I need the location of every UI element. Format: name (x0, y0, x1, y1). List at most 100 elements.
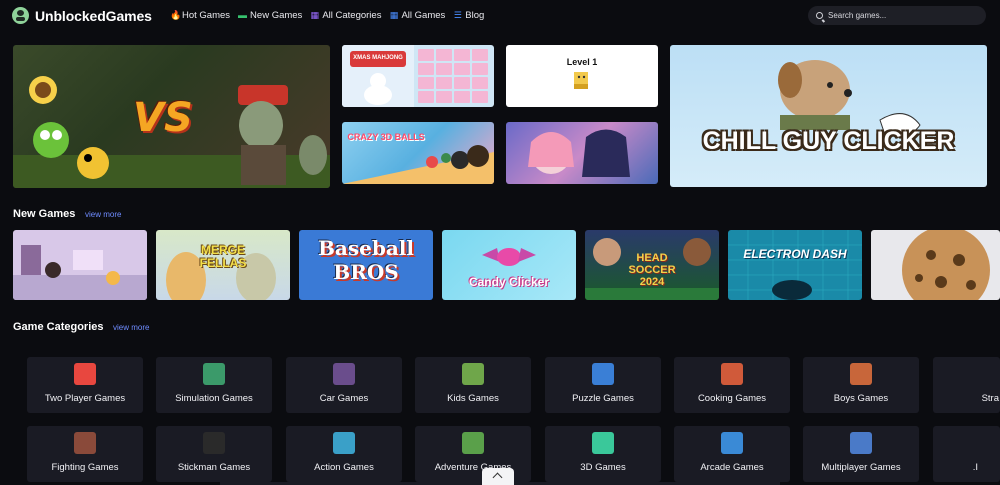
category-thumbnail (462, 432, 484, 454)
category-thumbnail (592, 363, 614, 385)
list-icon: ☰ (453, 10, 462, 20)
category-strategy[interactable]: Stra (933, 357, 1000, 413)
room-thumbnail (13, 245, 147, 300)
category-io[interactable]: .I (933, 426, 1000, 482)
category-kids[interactable]: Kids Games (415, 357, 531, 413)
new-game-merge-fellas[interactable]: MERGE FELLAS (156, 230, 290, 300)
category-label: Kids Games (447, 393, 499, 404)
category-label: Action Games (314, 462, 374, 473)
category-cooking[interactable]: Cooking Games (674, 357, 790, 413)
nav-hot-games[interactable]: 🔥 Hot Games (170, 10, 230, 21)
grid-icon: ▦ (310, 10, 320, 20)
candy-clicker-thumbnail (482, 248, 536, 266)
flame-icon: 🔥 (170, 10, 182, 20)
category-label: Multiplayer Games (821, 462, 901, 473)
featured-title: VS (133, 95, 193, 141)
nav-all-games[interactable]: ▦ All Games (389, 10, 446, 21)
new-game-title: Candy Clicker (468, 275, 550, 289)
new-games-title: New Games (13, 208, 76, 220)
gamepad-icon: ▬ (238, 10, 248, 20)
category-thumbnail (850, 363, 872, 385)
main-nav: 🔥 Hot Games ▬ New Games ▦ All Categories… (170, 10, 484, 21)
categories-title: Game Categories (13, 321, 104, 333)
category-label: Cooking Games (697, 393, 767, 404)
featured-title: CRAZY 3D BALLS (347, 132, 425, 142)
new-games-view-more[interactable]: view more (85, 210, 121, 219)
category-thumbnail (333, 363, 355, 385)
logo-icon (12, 7, 29, 24)
category-thumbnail (203, 363, 225, 385)
new-game-title: Baseball BROS (318, 236, 414, 284)
scroll-to-top-button[interactable] (482, 468, 514, 485)
category-action[interactable]: Action Games (286, 426, 402, 482)
level-thumbnail (574, 72, 588, 89)
featured-title: CHILL GUY CLICKER (702, 127, 955, 155)
category-label: Simulation Games (175, 393, 253, 404)
category-3d[interactable]: 3D Games (545, 426, 661, 482)
category-label: Boys Games (833, 393, 889, 404)
featured-game-mahjong[interactable]: XMAS MAHJONG (342, 45, 494, 107)
category-thumbnail (203, 432, 225, 454)
new-game-head-soccer[interactable]: HEAD SOCCER 2024 (585, 230, 719, 300)
category-puzzle[interactable]: Puzzle Games (545, 357, 661, 413)
category-fighting[interactable]: Fighting Games (27, 426, 143, 482)
category-thumbnail (74, 363, 96, 385)
nav-label: New Games (250, 10, 303, 21)
chill-guy-thumbnail (778, 60, 921, 137)
apps-icon: ▦ (389, 10, 399, 20)
category-label: Stickman Games (177, 462, 251, 473)
header: UnblockedGames 🔥 Hot Games ▬ New Games ▦… (0, 0, 1000, 32)
category-stickman[interactable]: Stickman Games (156, 426, 272, 482)
category-boys[interactable]: Boys Games (803, 357, 919, 413)
logo-text: UnblockedGames (35, 7, 152, 24)
nav-label: All Games (401, 10, 446, 21)
new-game-title: HEAD SOCCER 2024 (628, 252, 676, 288)
anime-girls-thumbnail (528, 129, 630, 177)
nav-all-categories[interactable]: ▦ All Categories (310, 10, 382, 21)
category-label: Car Games (319, 393, 369, 404)
new-game-electron-dash[interactable]: ELECTRON DASH (728, 230, 862, 300)
category-label: Puzzle Games (572, 393, 634, 404)
featured-game-crazy-balls[interactable]: CRAZY 3D BALLS (342, 122, 494, 184)
featured-game-vs[interactable]: VS (13, 45, 330, 188)
category-label: Stra (981, 393, 999, 404)
logo[interactable]: UnblockedGames (12, 7, 152, 24)
featured-game-anime[interactable] (506, 122, 658, 184)
category-thumbnail (462, 363, 484, 385)
search-icon (816, 12, 823, 19)
new-game-candy-clicker[interactable]: Candy Clicker (442, 230, 576, 300)
category-arcade[interactable]: Arcade Games (674, 426, 790, 482)
category-thumbnail (721, 363, 743, 385)
category-thumbnail (592, 432, 614, 454)
category-label: .I (972, 462, 978, 473)
featured-game-level-1[interactable]: Level 1 (506, 45, 658, 107)
new-game-title: ELECTRON DASH (743, 247, 847, 261)
nav-label: Blog (465, 10, 485, 21)
categories-view-more[interactable]: view more (113, 323, 149, 332)
nav-new-games[interactable]: ▬ New Games (238, 10, 302, 21)
search-box[interactable] (808, 6, 986, 25)
category-two-player[interactable]: Two Player Games (27, 357, 143, 413)
category-label: Fighting Games (51, 462, 119, 473)
category-label: Arcade Games (700, 462, 764, 473)
nav-label: Hot Games (182, 10, 231, 21)
category-car[interactable]: Car Games (286, 357, 402, 413)
category-label: 3D Games (580, 462, 626, 473)
category-simulation[interactable]: Simulation Games (156, 357, 272, 413)
electron-dash-thumbnail (728, 230, 862, 300)
category-label: Two Player Games (44, 393, 126, 404)
category-thumbnail (850, 432, 872, 454)
new-game-baseball-bros[interactable]: Baseball BROS (299, 230, 433, 300)
nav-blog[interactable]: ☰ Blog (453, 10, 485, 21)
new-game-room[interactable] (13, 230, 147, 300)
featured-title: XMAS MAHJONG (353, 55, 403, 61)
category-thumbnail (333, 432, 355, 454)
featured-game-chill-guy[interactable]: CHILL GUY CLICKER (670, 45, 987, 187)
cookie-thumbnail (902, 230, 990, 300)
search-input[interactable] (828, 11, 978, 20)
nav-label: All Categories (322, 10, 382, 21)
category-thumbnail (74, 432, 96, 454)
category-multiplayer[interactable]: Multiplayer Games (803, 426, 919, 482)
new-game-cookie[interactable] (871, 230, 1000, 300)
category-thumbnail (721, 432, 743, 454)
